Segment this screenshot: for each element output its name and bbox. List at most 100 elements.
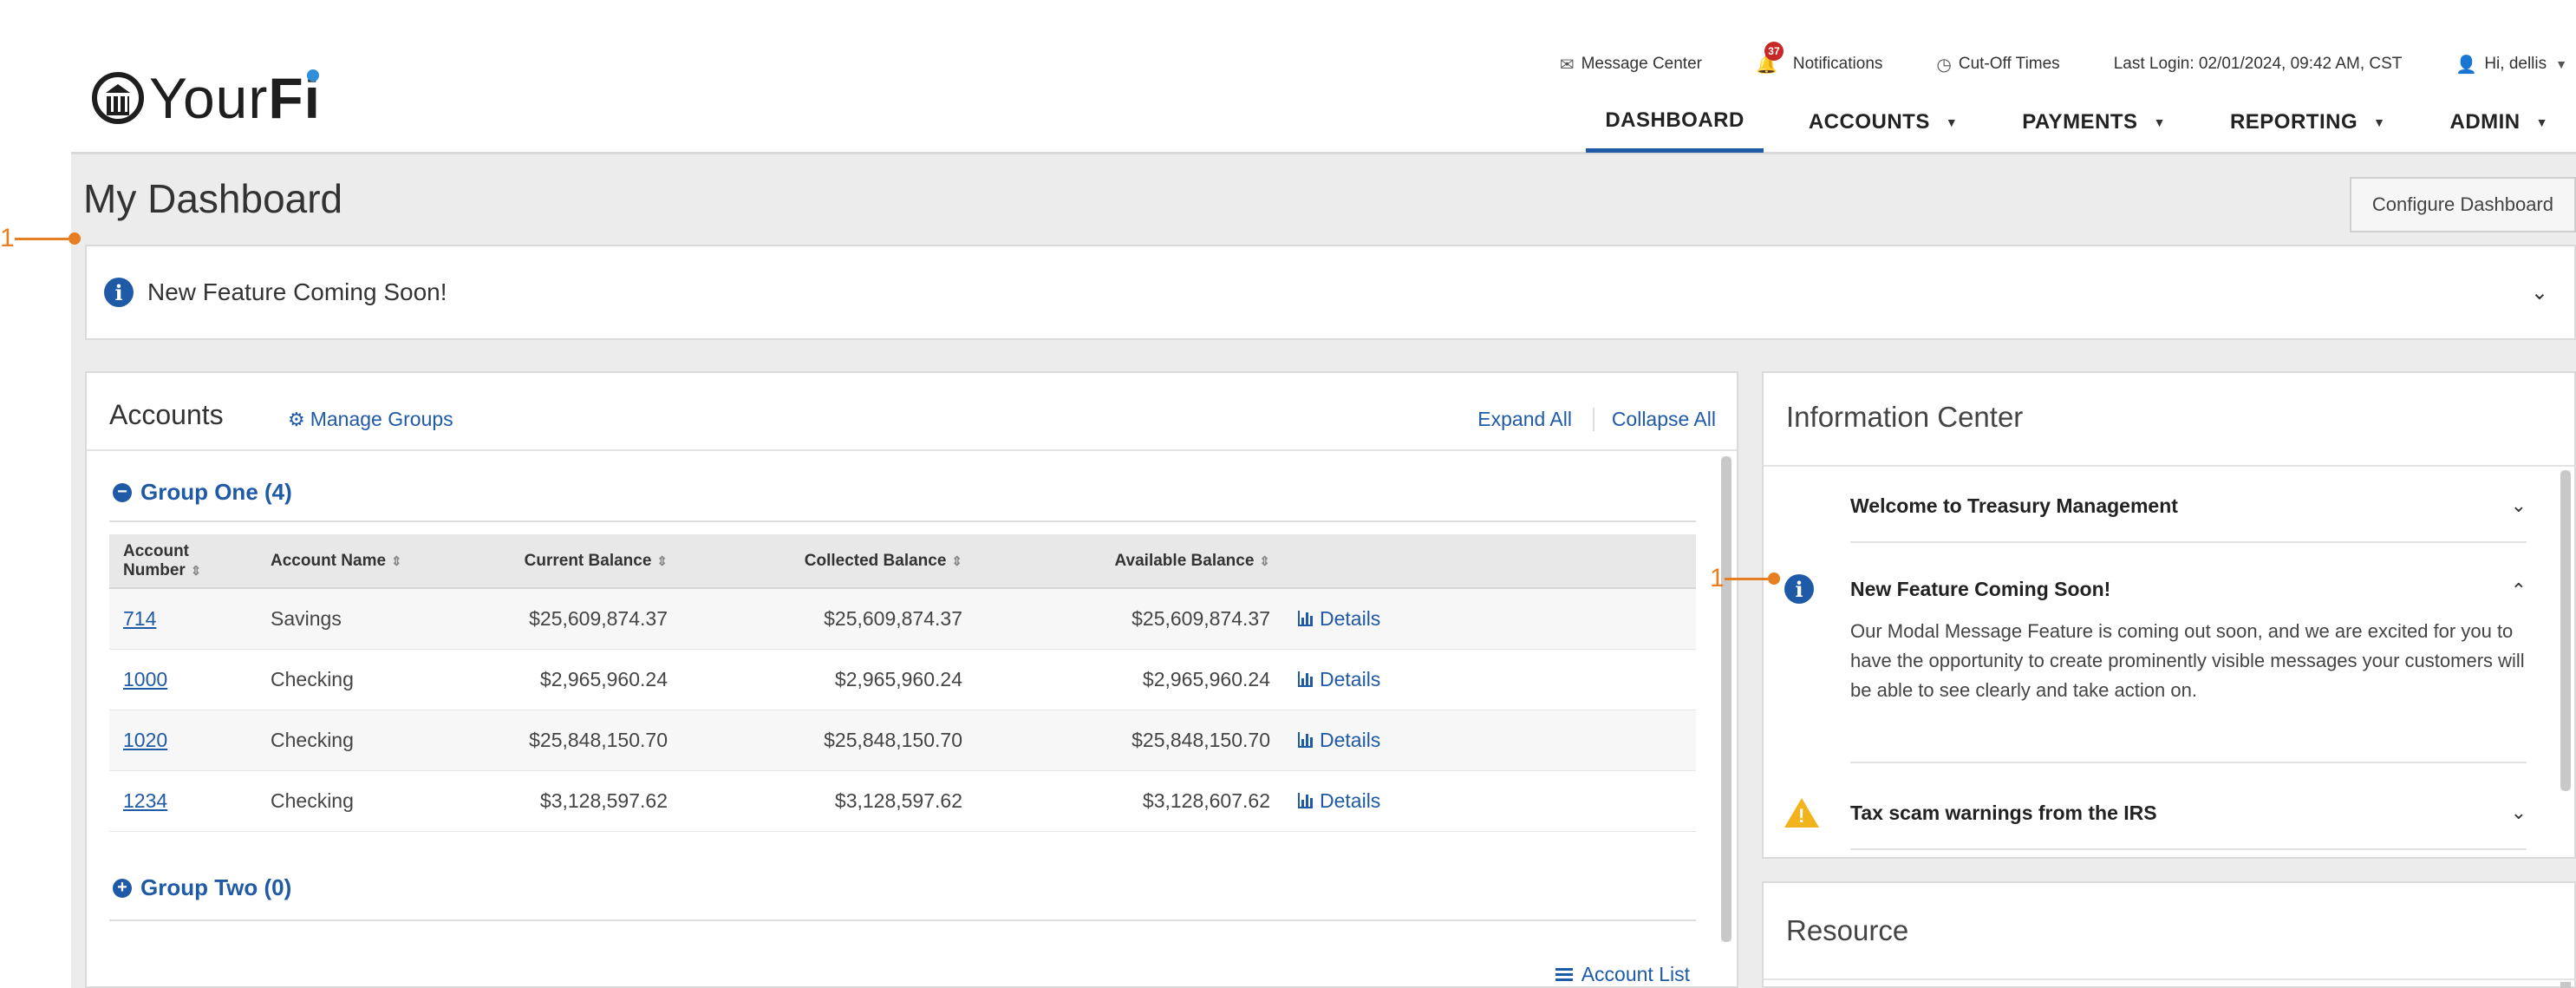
notification-count-badge: 37	[1764, 41, 1784, 61]
user-menu[interactable]: 👤 Hi, dellis ▼	[2455, 54, 2567, 75]
information-center-title: Information Center	[1786, 401, 2024, 433]
divider	[1850, 541, 2527, 543]
yourfi-logo[interactable]: YourFi	[92, 59, 321, 137]
collapse-all-link[interactable]: Collapse All	[1592, 408, 1716, 431]
scrollbar-thumb[interactable]	[1721, 456, 1731, 942]
info-item-title: Welcome to Treasury Management	[1850, 494, 2178, 517]
details-link[interactable]: Details	[1298, 789, 1682, 813]
bar-chart-icon	[1298, 793, 1313, 808]
sort-icon: ⇕	[1259, 553, 1270, 569]
bar-chart-icon	[1298, 671, 1313, 687]
group-two-toggle[interactable]: + Group Two (0)	[113, 874, 291, 901]
resource-scrollbar[interactable]	[2560, 982, 2571, 988]
current-balance: $25,609,874.37	[456, 588, 681, 650]
manage-groups-link[interactable]: ⚙ Manage Groups	[288, 408, 453, 431]
divider	[1850, 848, 2527, 850]
info-item-title: Tax scam warnings from the IRS	[1850, 802, 2157, 824]
accounts-header: Accounts ⚙ Manage Groups Expand All Coll…	[87, 373, 1737, 451]
chevron-down-icon[interactable]: ⌄	[2511, 494, 2527, 517]
column-header-collected-balance[interactable]: Collected Balance ⇕	[681, 534, 976, 589]
table-header-row: Account Number ⇕ Account Name ⇕ Current Ba…	[109, 534, 1696, 589]
logo-dot	[307, 69, 320, 82]
details-link[interactable]: Details	[1298, 607, 1682, 631]
available-balance: $25,609,874.37	[976, 588, 1284, 650]
info-item-title: New Feature Coming Soon!	[1850, 578, 2111, 600]
callout-line	[14, 237, 68, 240]
envelope-icon: ✉	[1559, 55, 1575, 75]
callout-dot	[68, 232, 81, 245]
message-center-link[interactable]: ✉ Message Center	[1560, 54, 1702, 75]
info-item-welcome[interactable]: Welcome to Treasury Management ⌄	[1850, 494, 2527, 518]
page-title: My Dashboard	[83, 176, 343, 221]
bell-icon: 🔔 37	[1756, 41, 1784, 75]
account-number-link[interactable]: 714	[123, 607, 156, 630]
bar-chart-icon	[1298, 732, 1313, 748]
main-nav: DASHBOARD ACCOUNTS ▼ PAYMENTS ▼ REPORTIN…	[1560, 92, 2567, 153]
app-window: YourFi ✉ Message Center 🔔 37 Notificatio…	[71, 0, 2576, 988]
clock-icon: ◷	[1936, 55, 1952, 75]
divider	[1850, 762, 2527, 763]
scrollbar-thumb[interactable]	[2560, 470, 2571, 791]
notifications-link[interactable]: 🔔 37 Notifications	[1756, 41, 1882, 75]
column-header-current-balance[interactable]: Current Balance ⇕	[456, 534, 681, 589]
collected-balance: $2,965,960.24	[681, 649, 976, 710]
bar-chart-icon	[1298, 611, 1313, 627]
current-balance: $2,965,960.24	[456, 649, 681, 710]
callout-line	[1724, 577, 1768, 580]
caret-down-icon: ▼	[2373, 115, 2386, 129]
column-header-account-number[interactable]: Account Number ⇕	[109, 534, 257, 589]
column-header-actions	[1284, 534, 1696, 589]
caret-down-icon: ▼	[2555, 57, 2567, 71]
chevron-down-icon[interactable]: ⌄	[2531, 280, 2548, 305]
information-center-panel: Information Center Welcome to Treasury M…	[1762, 371, 2576, 859]
info-icon: i	[104, 278, 134, 307]
account-number-link[interactable]: 1234	[123, 789, 167, 812]
nav-accounts[interactable]: ACCOUNTS ▼	[1790, 92, 1977, 153]
column-header-available-balance[interactable]: Available Balance ⇕	[976, 534, 1284, 589]
collected-balance: $25,848,150.70	[681, 710, 976, 771]
table-row: 714 Savings $25,609,874.37 $25,609,874.3…	[109, 588, 1696, 650]
details-link[interactable]: Details	[1298, 729, 1682, 752]
callout-dot	[1767, 573, 1780, 585]
bank-building-icon	[92, 72, 144, 124]
cutoff-times-link[interactable]: ◷ Cut-Off Times	[1936, 54, 2059, 75]
account-number-link[interactable]: 1020	[123, 729, 167, 751]
group-one-toggle[interactable]: − Group One (4)	[113, 479, 292, 506]
callout-marker-2: 1	[1710, 564, 1780, 593]
info-item-new-feature[interactable]: New Feature Coming Soon! ⌃ Our Modal Mes…	[1850, 578, 2527, 705]
account-name: Checking	[257, 649, 456, 710]
nav-payments[interactable]: PAYMENTS ▼	[2003, 92, 2185, 153]
user-icon: 👤	[2455, 55, 2478, 75]
column-header-account-name[interactable]: Account Name ⇕	[257, 534, 456, 589]
caret-down-icon: ▼	[2153, 115, 2166, 129]
available-balance: $25,848,150.70	[976, 710, 1284, 771]
account-list-link[interactable]: Account List	[1555, 963, 1690, 986]
nav-admin[interactable]: ADMIN ▼	[2430, 92, 2567, 153]
account-name: Checking	[257, 710, 456, 771]
callout-marker-1: 1	[0, 224, 81, 253]
brand-name: YourFi	[149, 66, 322, 130]
configure-dashboard-button[interactable]: Configure Dashboard	[2349, 177, 2576, 232]
nav-dashboard[interactable]: DASHBOARD	[1586, 92, 1764, 153]
chevron-up-icon[interactable]: ⌃	[2511, 579, 2527, 602]
caret-down-icon: ▼	[1945, 115, 1959, 129]
info-item-tax-scam[interactable]: Tax scam warnings from the IRS ⌄	[1850, 802, 2527, 825]
chevron-down-icon[interactable]: ⌄	[2511, 802, 2527, 824]
account-number-link[interactable]: 1000	[123, 668, 167, 690]
accounts-panel: Accounts ⚙ Manage Groups Expand All Coll…	[85, 371, 1738, 988]
accounts-title: Accounts	[109, 399, 224, 430]
utility-bar: ✉ Message Center 🔔 37 Notifications ◷ Cu…	[1506, 41, 2567, 82]
accounts-scrollbar[interactable]	[1721, 456, 1731, 942]
details-link[interactable]: Details	[1298, 668, 1682, 691]
table-row: 1020 Checking $25,848,150.70 $25,848,150…	[109, 710, 1696, 771]
list-icon	[1555, 967, 1573, 982]
current-balance: $3,128,597.62	[456, 770, 681, 832]
info-center-scrollbar[interactable]	[2560, 470, 2571, 791]
info-item-body: Our Modal Message Feature is coming out …	[1850, 620, 2525, 701]
sort-icon: ⇕	[190, 563, 202, 579]
collected-balance: $3,128,597.62	[681, 770, 976, 832]
feature-notice-banner[interactable]: i New Feature Coming Soon! ⌄	[85, 245, 2576, 340]
available-balance: $3,128,607.62	[976, 770, 1284, 832]
nav-reporting[interactable]: REPORTING ▼	[2211, 92, 2405, 153]
expand-all-link[interactable]: Expand All	[1477, 408, 1572, 431]
